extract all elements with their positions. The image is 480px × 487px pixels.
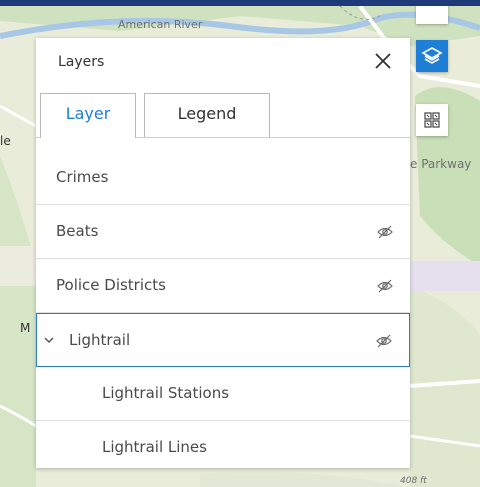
map-label-parkway: e Parkway xyxy=(410,157,472,171)
eye-off-icon[interactable] xyxy=(376,223,394,241)
layer-item-label: Beats xyxy=(56,222,99,240)
map-label-m: M xyxy=(20,321,31,335)
panel-header: Layers xyxy=(36,38,410,82)
close-button[interactable] xyxy=(370,48,396,74)
close-icon xyxy=(375,53,391,69)
panel-tabs: Layer Legend xyxy=(36,93,410,138)
layer-item-police-districts[interactable]: Police Districts xyxy=(36,259,410,313)
eye-off-icon[interactable] xyxy=(375,332,393,350)
layers-panel: Layers Layer Legend Crimes Beats Police … xyxy=(36,38,410,468)
grid-icon xyxy=(424,112,440,128)
map-control-top[interactable] xyxy=(416,6,448,24)
map-label-elevation: 408 ft xyxy=(400,476,427,486)
layer-item-label: Lightrail xyxy=(69,331,131,349)
tab-layer[interactable]: Layer xyxy=(40,93,136,138)
eye-off-icon[interactable] xyxy=(376,277,394,295)
layer-item-lightrail-lines[interactable]: Lightrail Lines xyxy=(36,421,410,475)
grid-button[interactable] xyxy=(416,104,448,136)
panel-title: Layers xyxy=(58,54,105,70)
layer-item-label: Police Districts xyxy=(56,276,166,294)
layer-item-beats[interactable]: Beats xyxy=(36,205,410,259)
chevron-down-icon[interactable] xyxy=(43,334,55,346)
layer-item-crimes[interactable]: Crimes xyxy=(36,151,410,205)
layer-item-label: Crimes xyxy=(56,168,109,186)
layers-icon xyxy=(421,47,443,64)
layer-item-label: Lightrail Stations xyxy=(102,384,230,402)
map-label-west: le xyxy=(0,134,11,148)
layer-item-label: Lightrail Lines xyxy=(102,438,207,456)
layers-button[interactable] xyxy=(416,40,448,72)
layer-item-lightrail[interactable]: Lightrail xyxy=(36,313,410,367)
map-label-river: American River xyxy=(118,18,203,31)
layer-item-lightrail-stations[interactable]: Lightrail Stations xyxy=(36,367,410,421)
tab-legend[interactable]: Legend xyxy=(144,93,270,137)
layer-list: Crimes Beats Police Districts Lightrail xyxy=(36,151,410,475)
